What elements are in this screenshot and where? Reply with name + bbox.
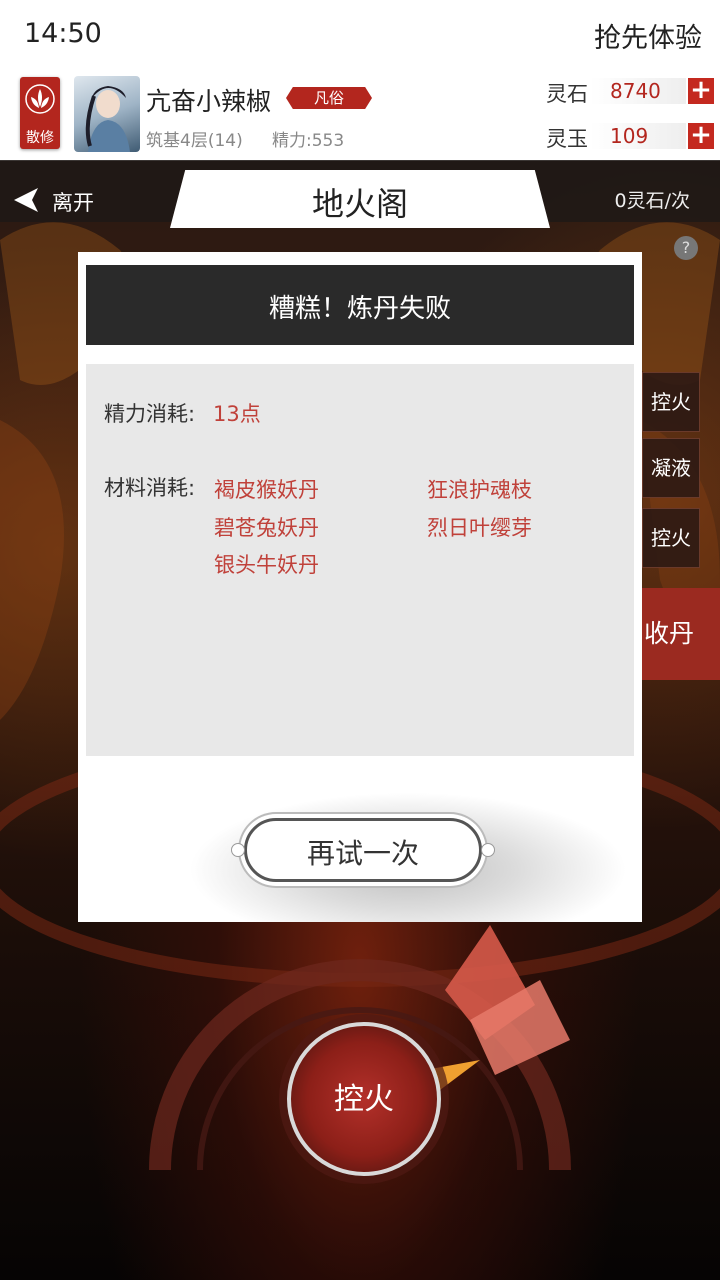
material-cost-label: 材料消耗: <box>104 476 196 500</box>
control-fire-button-2[interactable]: 控火 <box>642 508 700 568</box>
energy-value: 精力:553 <box>272 131 345 151</box>
energy-cost-value: 13点 <box>213 402 261 426</box>
spirit-stone-label: 灵石 <box>546 82 588 106</box>
early-access-label: 抢先体验 <box>594 23 702 54</box>
help-icon[interactable]: ? <box>674 236 698 260</box>
material-item: 褐皮猴妖丹 <box>214 478 319 502</box>
control-fire-main-button[interactable]: 控火 <box>287 1022 441 1176</box>
rank-badge: 凡俗 <box>286 87 372 109</box>
dialog-body: 精力消耗: 13点 材料消耗: 褐皮猴妖丹 狂浪护魂枝 碧苍兔妖丹 烈日叶缨芽 … <box>86 364 634 756</box>
leave-button[interactable]: 离开 <box>0 178 120 222</box>
material-item: 狂浪护魂枝 <box>427 478 532 502</box>
character-portrait-icon <box>85 86 130 152</box>
material-item: 银头牛妖丹 <box>214 553 319 577</box>
dialog-header: 糟糕！炼丹失败 <box>86 265 634 345</box>
location-title: 地火阁 <box>311 185 408 223</box>
player-header: 散修 亢奋小辣椒 凡俗 筑基4层(14) 精力:553 灵石 8740 + 灵玉… <box>0 68 720 161</box>
sect-label: 散修 <box>26 130 54 146</box>
avatar[interactable] <box>74 76 140 152</box>
player-name: 亢奋小辣椒 <box>146 87 272 116</box>
alchemy-result-dialog: 糟糕！炼丹失败 精力消耗: 13点 材料消耗: 褐皮猴妖丹 狂浪护魂枝 碧苍兔妖… <box>78 252 642 922</box>
add-spirit-stone-button[interactable]: + <box>688 77 714 104</box>
status-time: 14:50 <box>24 18 102 49</box>
spirit-jade-label: 灵玉 <box>546 127 588 151</box>
material-item: 烈日叶缨芽 <box>427 516 532 540</box>
dialog-title: 糟糕！炼丹失败 <box>268 294 451 324</box>
energy-cost-label: 精力消耗: <box>104 402 196 426</box>
back-arrow-icon <box>14 188 38 212</box>
collect-pill-button[interactable]: 收丹 <box>640 588 720 680</box>
control-fire-main-label: 控火 <box>334 1082 394 1117</box>
spirit-stone-value: 8740 <box>590 78 686 104</box>
cultivation-realm: 筑基4层(14) <box>146 131 243 151</box>
condense-liquid-button[interactable]: 凝液 <box>642 438 700 498</box>
cost-per-attempt: 0灵石/次 <box>614 190 691 212</box>
sect-badge[interactable]: 散修 <box>20 77 60 149</box>
retry-button[interactable]: 再试一次 <box>231 818 495 882</box>
retry-label: 再试一次 <box>306 837 419 870</box>
location-title-plate: 地火阁 <box>170 170 550 228</box>
lotus-icon <box>25 84 55 114</box>
leave-label: 离开 <box>52 191 94 215</box>
control-fire-button[interactable]: 控火 <box>642 372 700 432</box>
button-ornament <box>231 843 245 857</box>
status-bar: 14:50 抢先体验 <box>0 0 720 68</box>
material-item: 碧苍兔妖丹 <box>214 516 319 540</box>
button-ornament <box>481 843 495 857</box>
spirit-jade-value: 109 <box>590 123 686 149</box>
add-spirit-jade-button[interactable]: + <box>688 122 714 149</box>
